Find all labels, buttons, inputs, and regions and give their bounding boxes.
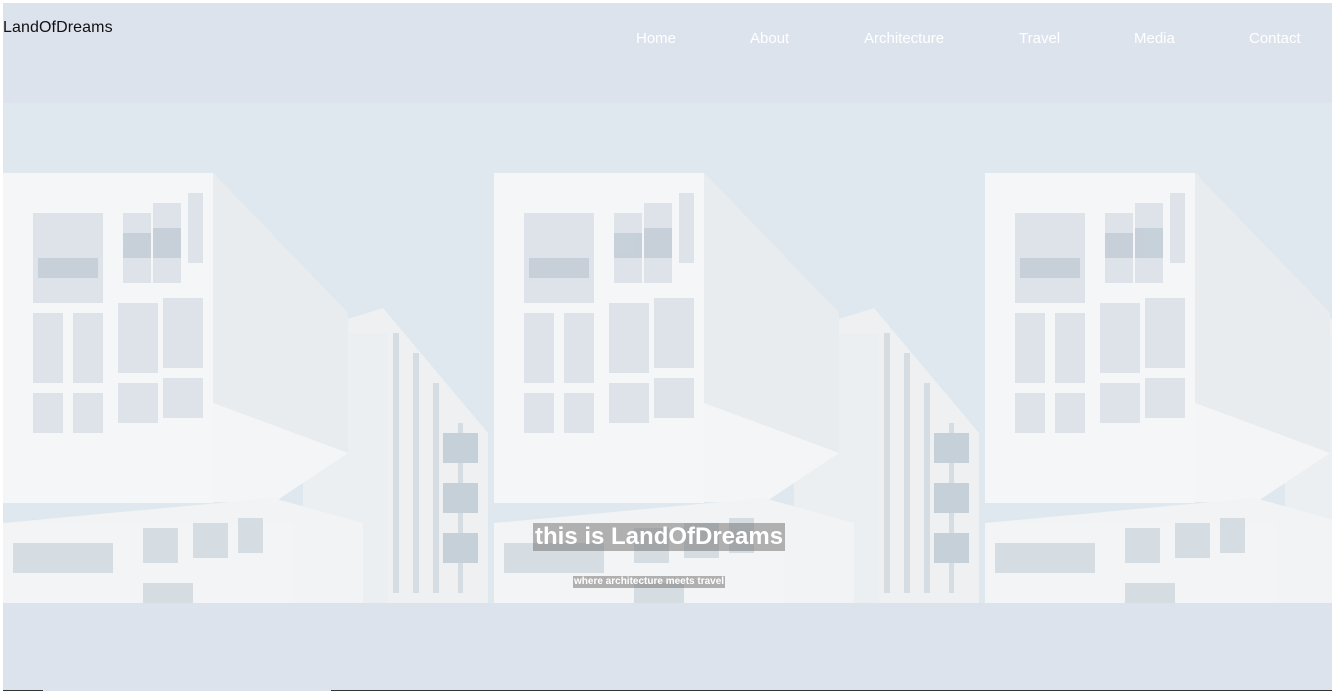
hero-subtitle: where architecture meets travel [573,576,726,588]
main-nav: Home About Architecture Travel Media Con… [3,30,1332,54]
nav-travel-link[interactable]: Travel [1019,30,1060,47]
nav-media-link[interactable]: Media [1134,30,1175,47]
page: LandOfDreams Home About Architecture Tra… [3,3,1332,691]
nav-about-link[interactable]: About [750,30,789,47]
nav-architecture-link[interactable]: Architecture [864,30,944,47]
nav-home-link[interactable]: Home [636,30,676,47]
hero-title: this is LandOfDreams [533,523,786,551]
building-illustration [985,103,1332,603]
hero-image-tile [985,103,1332,603]
nav-contact-link[interactable]: Contact [1249,30,1301,47]
hero-image-tile [3,103,494,603]
building-illustration [3,103,494,603]
